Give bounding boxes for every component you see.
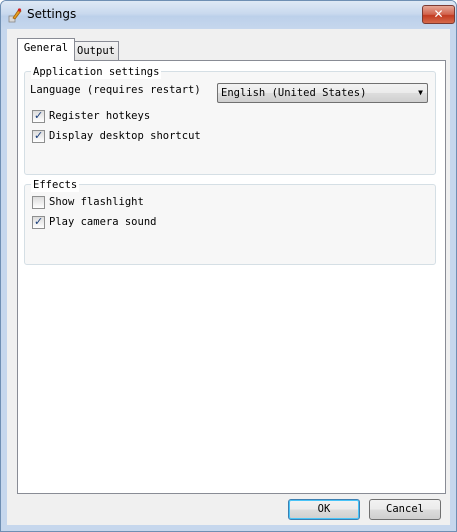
tab-general[interactable]: General: [17, 38, 75, 61]
checkbox-box[interactable]: ✓: [32, 215, 45, 229]
checkbox-box[interactable]: [32, 196, 45, 209]
ok-button[interactable]: OK: [288, 499, 360, 520]
title-bar[interactable]: Settings ✕: [1, 1, 456, 29]
checkmark-icon: ✓: [34, 215, 44, 228]
group-title-effects: Effects: [31, 178, 80, 192]
close-button[interactable]: ✕: [422, 5, 455, 24]
tab-panel-general: Application settings Language (requires …: [17, 60, 446, 494]
dialog-client-area: Output General Application settings Lang…: [7, 29, 450, 525]
checkbox-label: Display desktop shortcut: [49, 130, 201, 142]
group-title-application-settings: Application settings: [31, 65, 162, 79]
chevron-down-icon: ▼: [418, 88, 423, 97]
settings-dialog: Settings ✕ Output General Application se…: [0, 0, 457, 532]
checkbox-label: Play camera sound: [49, 216, 157, 228]
cancel-button[interactable]: Cancel: [369, 499, 441, 520]
settings-app-icon: [7, 7, 23, 23]
checkmark-icon: ✓: [34, 129, 44, 142]
effects-group: Effects Show flashlight ✓ Play camera so…: [24, 178, 436, 265]
application-settings-group: Application settings Language (requires …: [24, 65, 436, 175]
checkbox-box[interactable]: ✓: [32, 109, 45, 123]
window-frame-bottom: [1, 525, 456, 531]
tab-output[interactable]: Output: [73, 41, 119, 60]
language-selected-value: English (United States): [221, 87, 367, 99]
checkbox-label: Show flashlight: [49, 196, 144, 208]
checkmark-icon: ✓: [34, 109, 44, 122]
checkbox-box[interactable]: ✓: [32, 129, 45, 143]
window-frame-right: [450, 29, 456, 531]
window-title: Settings: [27, 7, 77, 21]
language-dropdown[interactable]: English (United States) ▼: [217, 83, 428, 103]
language-label: Language (requires restart): [30, 84, 201, 96]
checkbox-label: Register hotkeys: [49, 110, 151, 122]
close-icon: ✕: [433, 7, 444, 21]
